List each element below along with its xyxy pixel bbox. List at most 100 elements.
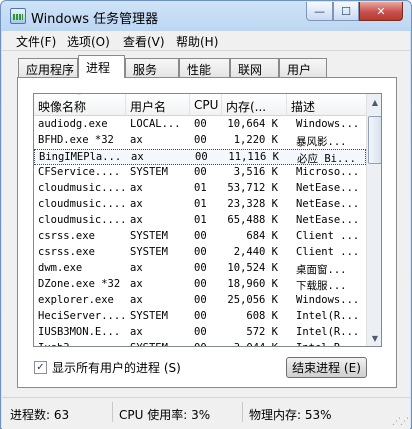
cell-user: ax	[131, 151, 144, 163]
table-row[interactable]: cloudmusic.... ax 01 23,328 K NetEase...	[34, 197, 366, 213]
cell-name: BingIMEPla...	[39, 151, 122, 163]
cell-mem: 10,664 K	[227, 118, 278, 130]
cell-desc: Windows...	[296, 118, 360, 130]
column-header-description[interactable]: 描述	[287, 94, 366, 116]
menu-help[interactable]: 帮助(H)	[176, 33, 218, 50]
menu-file[interactable]: 文件(F)	[16, 33, 56, 50]
table-row[interactable]: cloudmusic.... ax 01 65,488 K NetEase...	[34, 213, 366, 229]
status-process-count: 进程数: 63	[10, 408, 70, 422]
tab-networking[interactable]: 联网	[230, 58, 279, 77]
show-all-users-checkbox[interactable]: ✓ 显示所有用户的进程 (S)	[34, 359, 181, 375]
resize-grip-icon[interactable]: ⋰⋰	[392, 417, 409, 427]
cell-name: dwm.exe	[38, 262, 83, 274]
tab-services[interactable]: 服务	[125, 58, 179, 77]
cell-mem: 11,116 K	[228, 151, 279, 163]
cell-user: ax	[130, 198, 143, 210]
tab-applications[interactable]: 应用程序	[18, 58, 78, 77]
menu-bar: 文件(F) 选项(O) 查看(V) 帮助(H)	[2, 31, 410, 51]
process-list[interactable]: ⌃ 映像名称 用户名 CPU 内存(... 描述 audiodg.exe LOCA…	[33, 93, 382, 347]
table-row[interactable]: cloudmusic.... ax 01 53,712 K NetEase...	[34, 181, 366, 197]
window-title: Windows 任务管理器	[31, 12, 159, 27]
cell-desc: 必应 Bi...	[297, 153, 356, 165]
cell-cpu: 00	[194, 310, 207, 322]
scroll-down-icon[interactable]: ▼	[367, 330, 381, 346]
cell-mem: 3,516 K	[233, 166, 278, 178]
end-process-button[interactable]: 结束进程 (E)	[286, 357, 367, 378]
checkbox-checked-icon[interactable]: ✓	[34, 360, 47, 374]
cell-desc: Client ...	[296, 230, 360, 242]
scroll-thumb[interactable]	[368, 116, 381, 164]
menu-view[interactable]: 查看(V)	[123, 33, 165, 50]
table-row[interactable]: csrss.exe SYSTEM 00 684 K Client ...	[34, 229, 366, 245]
column-header-memory[interactable]: 内存(...	[222, 94, 287, 116]
table-row[interactable]: dwm.exe ax 00 10,524 K 桌面窗...	[34, 261, 366, 277]
cell-name: Iusb3...	[38, 342, 128, 346]
cell-mem: 684 K	[246, 230, 278, 242]
task-manager-icon	[10, 8, 26, 24]
cell-cpu: 01	[194, 198, 207, 210]
cell-mem: 53,712 K	[227, 182, 278, 194]
minimize-button[interactable]: —	[306, 2, 333, 21]
cell-mem: 3,044 K	[220, 342, 278, 346]
cell-user: ax	[130, 134, 143, 146]
table-row[interactable]: audiodg.exe LOCAL... 00 10,664 K Windows...	[34, 117, 366, 133]
cell-cpu: 00	[194, 166, 207, 178]
show-all-users-label: 显示所有用户的进程 (S)	[52, 360, 181, 375]
task-manager-window: Windows 任务管理器 — ☐ ✕ 文件(F) 选项(O) 查看(V) 帮助…	[0, 0, 412, 429]
table-row[interactable]: BingIMEPla... ax 00 11,116 K 必应 Bi...	[34, 149, 366, 165]
column-header-user[interactable]: 用户名	[126, 94, 190, 116]
cell-desc: Windows...	[296, 294, 360, 306]
cell-desc: NetEase...	[296, 182, 360, 194]
table-row[interactable]: IUSB3MON.E... ax 00 572 K Intel(R...	[34, 325, 366, 341]
title-bar[interactable]: Windows 任务管理器 — ☐ ✕	[1, 1, 411, 31]
cell-cpu: 00	[194, 326, 207, 338]
cell-desc: Intel(R...	[296, 326, 360, 338]
maximize-button[interactable]: ☐	[333, 2, 359, 21]
cell-mem: 608 K	[246, 310, 278, 322]
cell-user: SYSTEM	[130, 246, 168, 258]
tab-processes[interactable]: 进程	[78, 55, 125, 78]
cell-user: ax	[130, 182, 143, 194]
cell-cpu: 00	[194, 230, 207, 242]
table-row[interactable]: CFService.... SYSTEM 00 3,516 K Microso...	[34, 165, 366, 181]
cell-name: audiodg.exe	[38, 118, 108, 130]
cell-cpu: 00	[194, 262, 207, 274]
cell-mem: 10,524 K	[227, 262, 278, 274]
vertical-scrollbar[interactable]: ▲ ▼	[366, 94, 381, 346]
cell-user: LOCAL...	[130, 118, 181, 130]
cell-name: cloudmusic....	[38, 214, 127, 226]
table-row[interactable]: DZone.exe *32 ax 00 18,960 K 下载服...	[34, 277, 366, 293]
cell-name: IUSB3MON.E...	[38, 326, 121, 338]
cell-name: csrss.exe	[38, 246, 95, 258]
tab-users[interactable]: 用户	[279, 58, 327, 77]
close-button[interactable]: ✕	[359, 2, 403, 21]
column-header-image-name[interactable]: ⌃ 映像名称	[34, 94, 126, 116]
cell-desc: Client ...	[296, 246, 360, 258]
cell-cpu: 00	[194, 278, 207, 290]
sort-ascending-icon: ⌃	[76, 93, 82, 100]
cell-mem: 23,328 K	[227, 198, 278, 210]
cell-name: cloudmusic....	[38, 182, 127, 194]
tab-performance[interactable]: 性能	[179, 58, 230, 77]
scroll-up-icon[interactable]: ▲	[367, 94, 381, 110]
table-row[interactable]: HeciServer.... SYSTEM 00 608 K Intel(R...	[34, 309, 366, 325]
menu-options[interactable]: 选项(O)	[67, 33, 110, 50]
status-bar: 进程数: 63 CPU 使用率: 3% 物理内存: 53% ⋰⋰	[2, 397, 410, 429]
status-separator	[242, 402, 243, 422]
status-cpu-usage: CPU 使用率: 3%	[119, 408, 211, 422]
cell-cpu: 01	[194, 214, 207, 226]
cell-mem: 1,220 K	[233, 134, 278, 146]
column-header-cpu[interactable]: CPU	[190, 94, 222, 116]
status-separator	[112, 402, 113, 422]
status-physical-memory: 物理内存: 53%	[249, 408, 332, 422]
client-area: 应用程序 进程 服务 性能 联网 用户 ⌃ 映像名称 用户名 CPU 内存(..…	[2, 51, 410, 397]
cell-cpu: 00	[194, 134, 207, 146]
table-row[interactable]: csrss.exe SYSTEM 00 2,440 K Client ...	[34, 245, 366, 261]
cell-name: HeciServer....	[38, 310, 127, 322]
cell-user: SYSTEM	[130, 342, 188, 346]
table-row[interactable]: explorer.exe ax 00 25,056 K Windows...	[34, 293, 366, 309]
cell-mem: 65,488 K	[227, 214, 278, 226]
table-row[interactable]: Iusb3...SYSTEM 00 3,044 K Intel R...	[34, 341, 366, 346]
table-row[interactable]: BFHD.exe *32 ax 00 1,220 K 暴风影...	[34, 133, 366, 149]
cell-desc: 下载服...	[296, 280, 347, 292]
